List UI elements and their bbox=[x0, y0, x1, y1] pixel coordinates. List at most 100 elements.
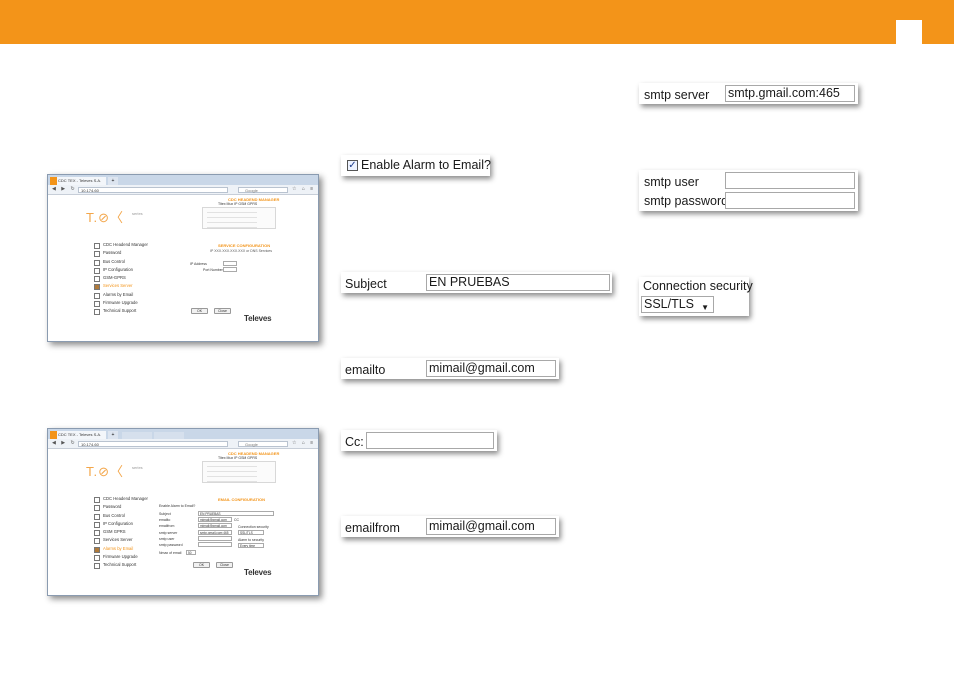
menu-item-headend[interactable]: CDC Headend Manager bbox=[94, 241, 148, 250]
televes-logo: Televes bbox=[244, 314, 272, 323]
mini-cc-label: CC bbox=[234, 518, 240, 522]
mini-conn-security-label: Connection security bbox=[238, 525, 269, 529]
menu-item-ip-config[interactable]: IP Configuration bbox=[94, 520, 148, 529]
mini-alarm-security-label: Alarm to security bbox=[238, 538, 265, 542]
mini-subject-label: Subject bbox=[159, 512, 171, 516]
tox-logo: T.⊘〈 bbox=[86, 464, 125, 479]
close-button[interactable]: Close bbox=[216, 562, 233, 568]
headend-subtitle: Tltex Mux IP GSM GPRS bbox=[218, 202, 258, 206]
emailfrom-snippet: emailfrom mimail@gmail.com bbox=[341, 516, 559, 537]
menu-item-password[interactable]: Password bbox=[94, 249, 148, 258]
ip-address-label: IP Address bbox=[190, 262, 207, 266]
connection-security-snippet: Connection security SSL/TLS ▼ bbox=[639, 277, 753, 316]
smtp-credentials-snippet: smtp user smtp password bbox=[639, 170, 858, 211]
menu-item-firmware[interactable]: Firmware Upgrade bbox=[94, 553, 148, 562]
port-number-label: Port Number bbox=[203, 268, 223, 272]
browser-tab[interactable]: CDC TEX - Televes S.A. bbox=[50, 431, 106, 439]
toolbar-icons[interactable]: ☆ ⌂ ≡ bbox=[292, 440, 315, 446]
mini-smtp-password-label: smtp password bbox=[159, 543, 183, 547]
logo-series: series bbox=[132, 465, 143, 470]
smtp-server-input[interactable]: smtp.gmail.com:465 bbox=[725, 85, 855, 102]
new-tab-plus-icon[interactable]: + bbox=[108, 431, 118, 439]
enable-alarm-label: Enable Alarm to Email? bbox=[361, 158, 491, 172]
cc-input[interactable] bbox=[366, 432, 494, 449]
subject-snippet: Subject EN PRUEBAS bbox=[341, 272, 612, 293]
back-forward-icon[interactable]: ◀ ▶ ↻ bbox=[52, 186, 77, 192]
side-menu: CDC Headend Manager Password Bus Control… bbox=[94, 241, 148, 316]
smtp-user-label: smtp user bbox=[644, 175, 699, 189]
emailfrom-input[interactable]: mimail@gmail.com bbox=[426, 518, 556, 535]
mini-smtp-user-label: smtp user bbox=[159, 537, 175, 541]
mini-smtp-password-input[interactable] bbox=[198, 542, 232, 547]
enable-alarm-checkbox[interactable]: ✓ bbox=[347, 160, 358, 171]
menu-item-gsm-gprs[interactable]: GSM-GPRS bbox=[94, 274, 148, 283]
menu-item-password[interactable]: Password bbox=[94, 503, 148, 512]
subject-label: Subject bbox=[345, 277, 387, 291]
connection-security-label: Connection security bbox=[643, 279, 753, 293]
cc-label: Cc: bbox=[345, 435, 364, 449]
section-title: EMAIL CONFIGURATION bbox=[218, 497, 265, 502]
enable-alarm-label[interactable]: Enable Alarm to Email? bbox=[159, 504, 195, 508]
chevron-down-icon: ▼ bbox=[701, 303, 709, 312]
connection-security-value: SSL/TLS bbox=[644, 297, 695, 311]
emailto-input[interactable]: mimail@gmail.com bbox=[426, 360, 556, 377]
ok-button[interactable]: OK bbox=[191, 308, 208, 314]
menu-item-support[interactable]: Technical Support bbox=[94, 561, 148, 570]
mini-alarm-security-select[interactable]: Every time bbox=[238, 543, 264, 548]
headend-subtitle: Tltex Mux IP GSM GPRS bbox=[218, 456, 258, 460]
firefox-icon bbox=[50, 431, 57, 439]
emailto-label: emailto bbox=[345, 363, 386, 377]
connection-security-select[interactable]: SSL/TLS ▼ bbox=[641, 296, 714, 313]
mini-smtp-user-input[interactable] bbox=[198, 536, 232, 541]
menu-item-firmware[interactable]: Firmware Upgrade bbox=[94, 299, 148, 308]
port-number-input[interactable] bbox=[223, 267, 237, 272]
mini-emailto-label: emailto bbox=[159, 518, 171, 522]
search-box[interactable]: Google bbox=[238, 441, 288, 447]
subject-input[interactable]: EN PRUEBAS bbox=[426, 274, 610, 291]
mini-subject-input[interactable]: EN PRUEBAS bbox=[198, 511, 274, 516]
browser-screenshot-services: CDC TEX - Televes S.A. + ◀ ▶ ↻ 10.174.60… bbox=[47, 174, 319, 342]
device-info-box bbox=[202, 461, 276, 483]
mini-smtp-server-input[interactable]: smtp.gmail.com:465 bbox=[198, 530, 232, 535]
section-title: SERVICE CONFIGURATION bbox=[218, 243, 271, 248]
back-forward-icon[interactable]: ◀ ▶ ↻ bbox=[52, 440, 77, 446]
address-bar[interactable]: 10.174.60 bbox=[78, 441, 228, 447]
firefox-icon bbox=[50, 177, 57, 185]
menu-item-services-server[interactable]: Services Server bbox=[94, 536, 148, 545]
ok-button[interactable]: OK bbox=[193, 562, 210, 568]
mini-emailto-input[interactable]: mimail@gmail.com bbox=[198, 517, 232, 522]
logo-series: series bbox=[132, 211, 143, 216]
menu-item-bus-control[interactable]: Bus Control bbox=[94, 258, 148, 266]
ip-address-input[interactable] bbox=[223, 261, 237, 266]
menu-item-gsm-gprs[interactable]: GSM GPRS bbox=[94, 528, 148, 537]
search-box[interactable]: Google bbox=[238, 187, 288, 193]
menu-item-headend[interactable]: CDC Headend Manager bbox=[94, 495, 148, 504]
close-button[interactable]: Close bbox=[214, 308, 231, 314]
menu-item-bus-control[interactable]: Bus Control bbox=[94, 512, 148, 520]
menu-item-support[interactable]: Technical Support bbox=[94, 307, 148, 316]
ghost-tab bbox=[122, 432, 152, 439]
cc-snippet: Cc: bbox=[341, 430, 497, 451]
enable-alarm-snippet: ✓ Enable Alarm to Email? bbox=[341, 155, 491, 176]
mini-conn-security-select[interactable]: SSL/TLS bbox=[238, 530, 264, 535]
smtp-password-label: smtp password bbox=[644, 194, 729, 208]
menu-item-ip-config[interactable]: IP Configuration bbox=[94, 266, 148, 275]
browser-tab[interactable]: CDC TEX - Televes S.A. bbox=[50, 177, 106, 185]
smtp-server-snippet: smtp server smtp.gmail.com:465 bbox=[639, 83, 858, 104]
menu-item-alarms-email[interactable]: Alarms by Email bbox=[94, 291, 148, 300]
menu-item-services-server[interactable]: Services Server bbox=[94, 282, 148, 291]
smtp-user-input[interactable] bbox=[725, 172, 855, 189]
new-tab-plus-icon[interactable]: + bbox=[108, 177, 118, 185]
emailfrom-label: emailfrom bbox=[345, 521, 400, 535]
header-bar bbox=[0, 0, 954, 44]
menu-item-alarms-email[interactable]: Alarms by Email bbox=[94, 545, 148, 554]
mini-nmax-label: Nmax of email bbox=[159, 551, 182, 555]
toolbar-icons[interactable]: ☆ ⌂ ≡ bbox=[292, 186, 315, 192]
address-bar[interactable]: 10.174.60 bbox=[78, 187, 228, 193]
mini-nmax-input[interactable]: 50 bbox=[186, 550, 196, 555]
page-number-box bbox=[896, 20, 922, 44]
side-menu: CDC Headend Manager Password Bus Control… bbox=[94, 495, 148, 570]
smtp-password-input[interactable] bbox=[725, 192, 855, 209]
mini-emailfrom-input[interactable]: mimail@gmail.com bbox=[198, 523, 232, 528]
emailto-snippet: emailto mimail@gmail.com bbox=[341, 358, 559, 379]
